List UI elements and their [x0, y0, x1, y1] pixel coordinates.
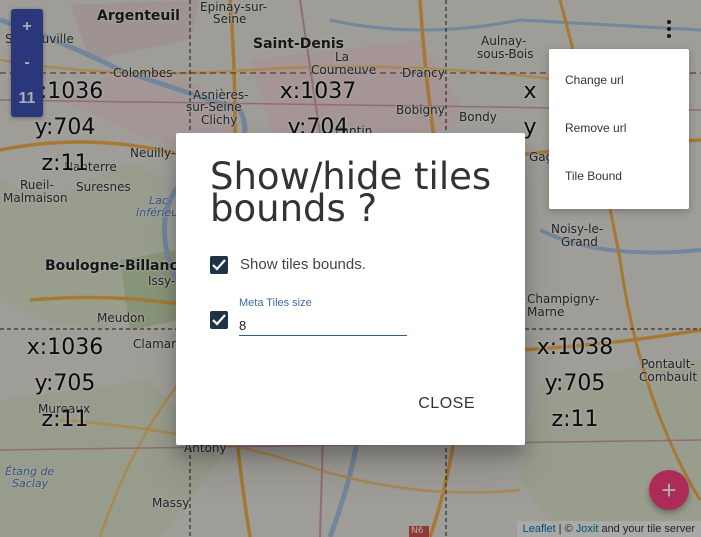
menu-item-change-url[interactable]: Change url — [565, 73, 624, 87]
check-icon — [212, 259, 226, 271]
meta-tiles-size-input[interactable] — [239, 315, 407, 336]
meta-tiles-checkbox[interactable] — [210, 311, 228, 329]
show-bounds-label: Show tiles bounds. — [240, 256, 366, 273]
meta-tiles-size-label: Meta Tiles size — [239, 297, 312, 309]
context-menu: Change url Remove url Tile Bound — [549, 49, 689, 209]
show-bounds-checkbox[interactable] — [210, 256, 228, 274]
close-button[interactable]: CLOSE — [418, 395, 475, 413]
dialog-title: Show/hide tiles bounds ? — [210, 155, 492, 230]
menu-item-tile-bound[interactable]: Tile Bound — [565, 169, 622, 183]
tiles-bounds-dialog: Show/hide tiles bounds ? Show tiles boun… — [176, 133, 525, 445]
check-icon — [212, 314, 226, 326]
menu-item-remove-url[interactable]: Remove url — [565, 121, 626, 135]
